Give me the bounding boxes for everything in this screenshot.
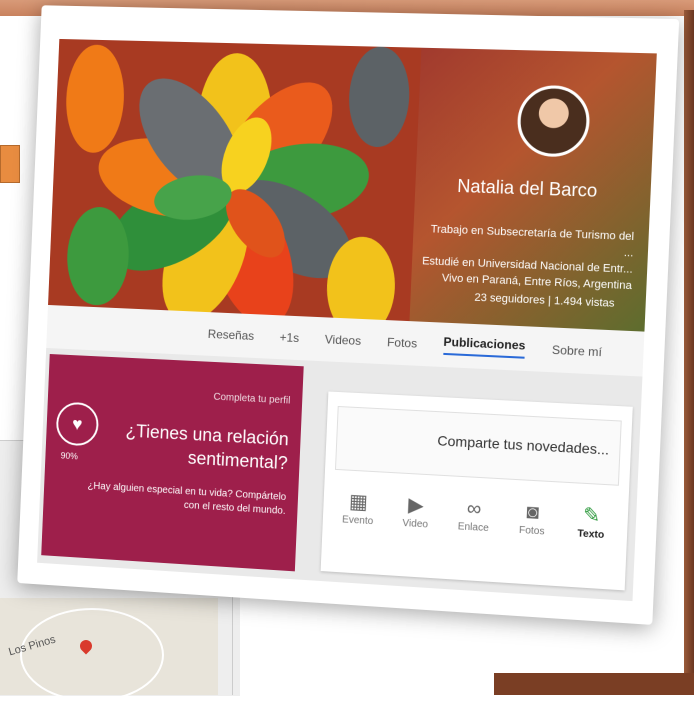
cover-photo: Natalia del Barco Trabajo en Subsecretar… <box>48 38 657 332</box>
profile-completion-percent: 90% <box>60 450 79 462</box>
camera-icon: ◙ <box>525 500 540 524</box>
compose-input[interactable]: Comparte tus novedades... <box>334 405 622 486</box>
profile-name[interactable]: Natalia del Barco <box>425 175 630 203</box>
background-bottom-edge <box>494 673 694 695</box>
video-post-label: Video <box>402 517 429 531</box>
post-composer: Comparte tus novedades... ✎ Texto ◙ Foto… <box>320 391 633 591</box>
photos-post-label: Fotos <box>518 524 545 538</box>
profile-content: ♥ 90% Completa tu perfil ¿Tienes una rel… <box>37 347 643 602</box>
suggestion-title: ¿Tienes una relación sentimental? <box>125 420 290 474</box>
tab-plus-ones[interactable]: +1s <box>279 330 299 345</box>
calendar-icon: ▦ <box>348 490 369 514</box>
event-post-button[interactable]: ▦ Evento <box>331 488 384 561</box>
complete-profile-card[interactable]: ♥ 90% Completa tu perfil ¿Tienes una rel… <box>41 354 304 572</box>
link-icon: ∞ <box>466 497 482 521</box>
suggestion-kicker: Completa tu perfil <box>213 391 291 407</box>
profile-info-pane: Natalia del Barco Trabajo en Subsecretar… <box>409 47 657 332</box>
heart-icon[interactable]: ♥ <box>55 401 100 447</box>
background-right-edge <box>684 10 694 695</box>
tab-about[interactable]: Sobre mí <box>552 343 603 360</box>
profile-details: Trabajo en Subsecretaría de Turismo del … <box>417 221 635 294</box>
link-post-label: Enlace <box>457 521 489 535</box>
photos-post-button[interactable]: ◙ Fotos <box>505 498 559 572</box>
profile-card: Natalia del Barco Trabajo en Subsecretar… <box>17 5 680 625</box>
suggestion-subtitle: ¿Hay alguien especial en tu vida? Compár… <box>87 480 287 517</box>
tab-reviews[interactable]: Reseñas <box>208 327 255 343</box>
text-post-label: Texto <box>577 528 605 542</box>
event-post-label: Evento <box>341 514 374 528</box>
tab-videos[interactable]: Videos <box>325 332 362 348</box>
pencil-icon: ✎ <box>582 504 601 528</box>
tab-photos[interactable]: Fotos <box>387 335 418 350</box>
link-post-button[interactable]: ∞ Enlace <box>446 494 500 568</box>
tab-posts[interactable]: Publicaciones <box>442 334 526 359</box>
video-icon: ▶ <box>407 494 425 518</box>
text-post-button[interactable]: ✎ Texto <box>563 501 618 575</box>
video-post-button[interactable]: ▶ Video <box>388 491 441 564</box>
map-road <box>20 608 164 702</box>
profile-stats: 23 seguidores | 1.494 vistas <box>474 291 615 310</box>
avatar[interactable] <box>516 84 592 158</box>
background-orange-tab <box>0 145 20 183</box>
composer-actions: ✎ Texto ◙ Fotos ∞ Enlace ▶ Video ▦ Event… <box>331 488 618 576</box>
